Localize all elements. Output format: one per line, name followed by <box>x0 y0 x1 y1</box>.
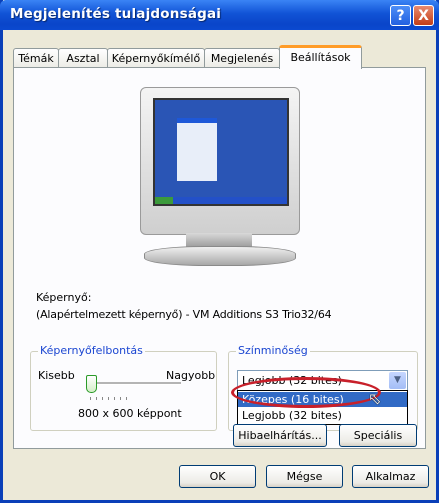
troubleshoot-button[interactable]: Hibaelhárítás... <box>233 424 327 447</box>
color-quality-group-label: Színminőség <box>236 344 310 357</box>
resolution-group-label: Képernyőfelbontás <box>38 344 145 357</box>
monitor-stand <box>186 233 252 247</box>
monitor-base <box>144 246 296 266</box>
close-button[interactable]: X <box>413 5 434 26</box>
monitor-frame <box>140 87 300 235</box>
mouse-cursor-icon: ⬁ <box>368 389 382 408</box>
title-bar[interactable]: Megjelenítés tulajdonságai ? X <box>0 0 439 30</box>
help-button[interactable]: ? <box>390 5 411 26</box>
ok-button[interactable]: OK <box>179 465 256 488</box>
resolution-less-label: Kisebb <box>38 369 75 382</box>
tab-settings[interactable]: Beállítások <box>279 45 362 69</box>
cancel-button[interactable]: Mégse <box>266 465 343 488</box>
tab-screensaver[interactable]: Képernyőkímélő <box>107 48 205 68</box>
display-device-name: (Alapértelmezett képernyő) - VM Addition… <box>36 308 332 321</box>
preview-start-button <box>155 197 173 204</box>
apply-button[interactable]: Alkalmaz <box>352 465 429 488</box>
resolution-more-label: Nagyobb <box>166 369 216 382</box>
tab-themes[interactable]: Témák <box>13 48 59 68</box>
advanced-button[interactable]: Speciális <box>339 424 417 447</box>
tab-appearance[interactable]: Megjelenés <box>204 48 280 68</box>
resolution-group: Képernyőfelbontás Kisebb Nagyobb 800 x 6… <box>30 344 217 431</box>
chevron-down-icon[interactable]: ▼ <box>389 372 406 389</box>
monitor-screen <box>153 98 289 206</box>
preview-window <box>177 118 217 181</box>
display-properties-window: Megjelenítés tulajdonságai ? X Témák Asz… <box>0 0 439 503</box>
display-label: Képernyő: <box>36 291 92 304</box>
window-title: Megjelenítés tulajdonságai <box>10 6 222 22</box>
resolution-slider-track[interactable] <box>91 382 181 385</box>
resolution-slider-thumb[interactable] <box>86 375 97 393</box>
resolution-slider-ticks <box>90 397 130 400</box>
preview-taskbar <box>155 197 287 204</box>
tab-desktop[interactable]: Asztal <box>58 48 108 68</box>
color-quality-option-32bit[interactable]: Legjobb (32 bites) <box>238 408 407 423</box>
annotation-highlight-circle <box>231 377 381 408</box>
resolution-value: 800 x 600 képpont <box>78 407 182 420</box>
